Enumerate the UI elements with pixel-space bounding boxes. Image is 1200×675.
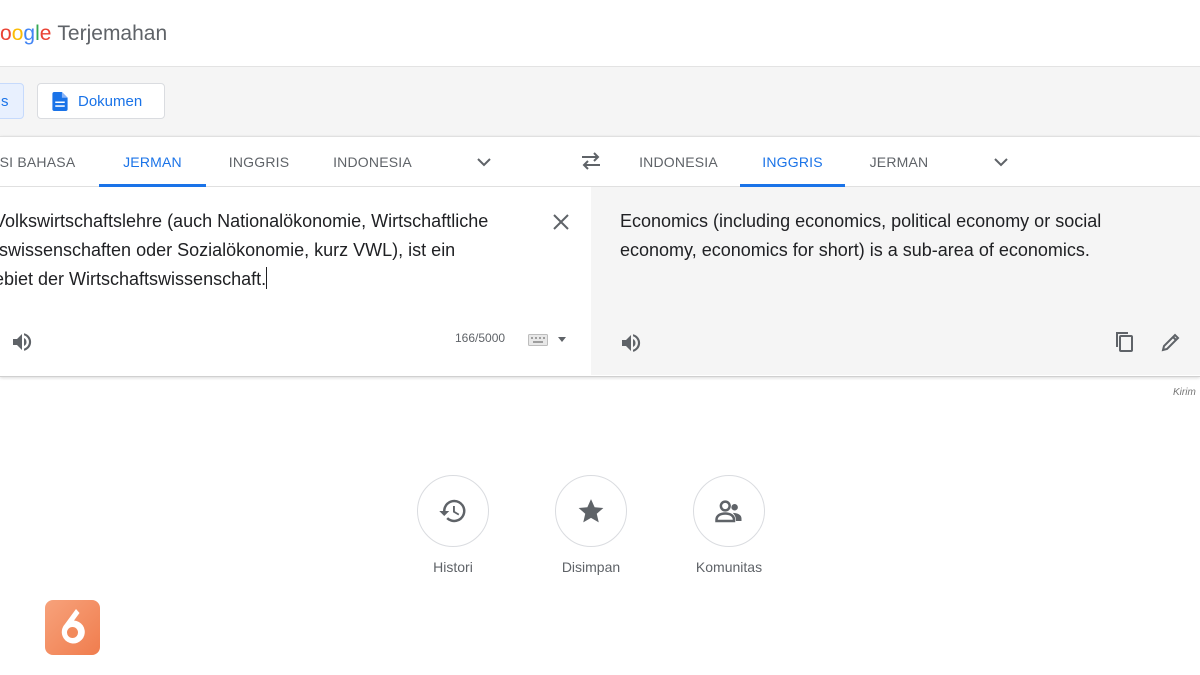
source-line: tswissenschaften oder Sozialökonomie, ku… (0, 240, 456, 260)
watermark-logo (45, 600, 100, 655)
tab-source-english[interactable]: INGGRIS (215, 137, 303, 186)
swap-languages-icon[interactable] (580, 151, 602, 171)
saved-circle[interactable] (555, 475, 627, 547)
translation-output: Economics (including economics, politica… (620, 207, 1160, 265)
target-line: Economics (including economics, politica… (620, 211, 1102, 231)
app-header: oogle Terjemahan (0, 0, 1200, 67)
send-feedback-link[interactable]: Kirim (1173, 387, 1196, 398)
tab-target-english[interactable]: INGGRIS (740, 137, 845, 187)
character-counter: 166/5000 (455, 331, 506, 345)
source-line: ebiet der Wirtschaftswissenschaft. (0, 269, 267, 289)
history-button[interactable]: Histori (403, 475, 503, 575)
edit-translation-pencil-icon[interactable] (1159, 330, 1183, 354)
text-mode-label: s (1, 92, 9, 110)
source-more-languages-chevron-icon[interactable] (475, 153, 493, 171)
community-label: Komunitas (695, 559, 763, 575)
copy-translation-icon[interactable] (1113, 330, 1137, 354)
document-mode-label: Dokumen (78, 92, 143, 110)
number-six-logo-icon (61, 609, 85, 644)
source-line: Volkswirtschaftslehre (auch Nationalökon… (0, 211, 489, 231)
text-caret (266, 267, 268, 289)
community-icon (715, 500, 742, 523)
target-line: economy, economics for short) is a sub-a… (620, 240, 1090, 260)
clear-source-close-icon[interactable] (551, 212, 571, 232)
star-icon (578, 499, 604, 523)
input-tools-dropdown-icon[interactable] (557, 335, 567, 343)
source-listen-speaker-icon[interactable] (10, 330, 34, 354)
logo-letter: o (11, 22, 24, 45)
source-pane[interactable]: Volkswirtschaftslehre (auch Nationalökon… (0, 187, 591, 375)
tab-source-german[interactable]: JERMAN (99, 137, 206, 187)
document-mode-button[interactable]: Dokumen (37, 83, 165, 119)
language-bar: SI BAHASA JERMAN INGGRIS INDONESIA INDON… (0, 137, 1200, 187)
target-listen-speaker-icon[interactable] (619, 331, 643, 355)
keyboard-icon[interactable] (528, 334, 548, 346)
text-mode-button[interactable]: s (0, 83, 24, 119)
community-circle[interactable] (693, 475, 765, 547)
tab-target-german[interactable]: JERMAN (855, 137, 943, 186)
document-icon (52, 91, 68, 111)
tab-source-indonesian[interactable]: INDONESIA (320, 137, 425, 186)
app-name: Terjemahan (57, 22, 168, 45)
history-circle[interactable] (417, 475, 489, 547)
source-text-input[interactable]: Volkswirtschaftslehre (auch Nationalökon… (0, 207, 524, 294)
tab-detect-language[interactable]: SI BAHASA (0, 137, 85, 186)
google-translate-logo[interactable]: oogle Terjemahan (0, 18, 167, 50)
target-pane: Economics (including economics, politica… (591, 187, 1200, 375)
logo-letter: e (39, 22, 52, 45)
community-button[interactable]: Komunitas (679, 475, 779, 575)
history-label: Histori (433, 559, 473, 575)
saved-button[interactable]: Disimpan (541, 475, 641, 575)
tab-target-indonesian[interactable]: INDONESIA (630, 137, 727, 186)
logo-letter: o (0, 22, 12, 45)
history-icon (439, 499, 466, 523)
translation-card: SI BAHASA JERMAN INGGRIS INDONESIA INDON… (0, 136, 1200, 377)
target-more-languages-chevron-icon[interactable] (992, 153, 1010, 171)
mode-bar: s Dokumen (0, 67, 1200, 136)
saved-label: Disimpan (561, 559, 621, 575)
logo-letter: g (23, 22, 36, 45)
